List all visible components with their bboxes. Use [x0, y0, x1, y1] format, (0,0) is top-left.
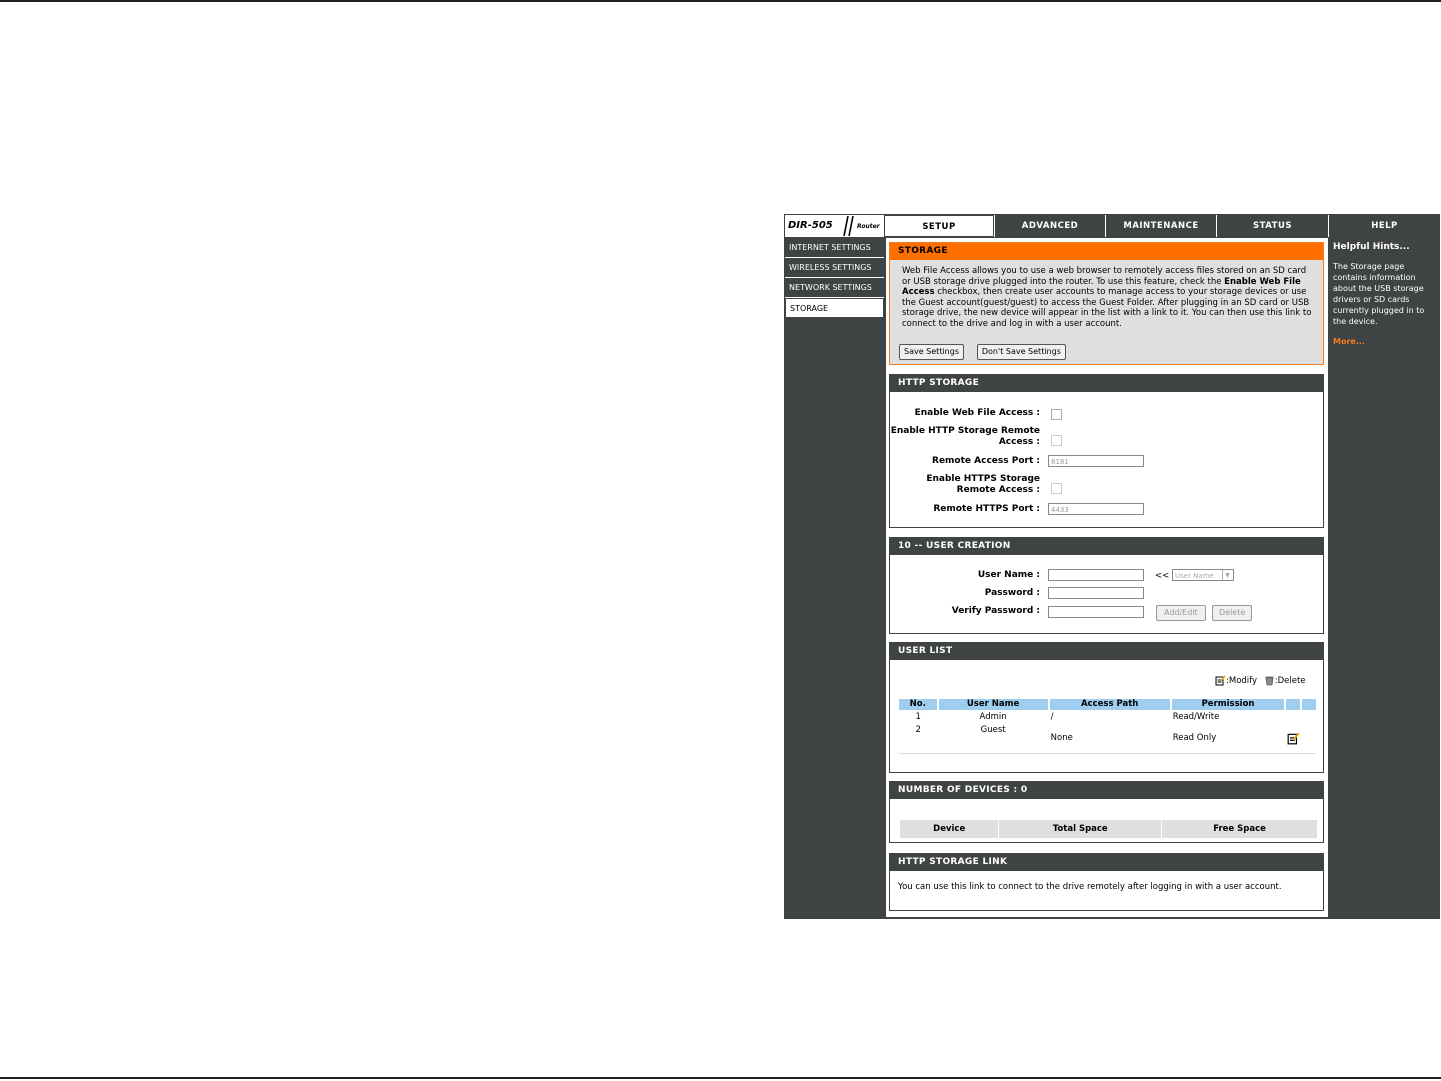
row-access-path: /	[1050, 711, 1054, 722]
enable-web-file-access-label: Enable Web File Access :	[914, 408, 1040, 418]
http-storage-section: HTTP STORAGE Enable Web File Access : En…	[889, 374, 1324, 528]
storage-section: STORAGE Web File Access allows you to us…	[889, 242, 1324, 365]
devices-header-row: Device Total Space Free Space	[898, 819, 1318, 839]
remote-access-port-label: Remote Access Port :	[932, 456, 1040, 466]
modify-icon[interactable]	[1287, 732, 1300, 745]
remote-access-port-input[interactable]: 8181	[1048, 455, 1144, 467]
col-delete	[1301, 699, 1316, 710]
storage-description: Web File Access allows you to use a web …	[902, 266, 1313, 329]
verify-password-label: Verify Password :	[951, 606, 1040, 616]
row-user-name: Admin	[979, 711, 1007, 722]
verify-password-input[interactable]	[1048, 606, 1144, 618]
user-list-legend: :Modify :Delete	[1215, 675, 1306, 686]
storage-desc-part-2: checkbox, then create user accounts to m…	[902, 287, 1312, 329]
modify-legend-label: :Modify	[1226, 676, 1258, 686]
enable-https-remote-label: Enable HTTPS Storage Remote Access :	[926, 474, 1040, 495]
storage-title: STORAGE	[890, 243, 1323, 260]
dont-save-settings-button[interactable]: Don't Save Settings	[976, 344, 1066, 360]
row-permission: Read/Write	[1172, 711, 1220, 722]
username-select-value: User Name	[1175, 572, 1214, 580]
username-select[interactable]: User Name ▼	[1172, 569, 1234, 581]
tab-maintenance[interactable]: MAINTENANCE	[1105, 215, 1216, 237]
chevron-down-icon: ▼	[1222, 570, 1232, 580]
modify-icon	[1215, 675, 1226, 686]
row-access-path: None	[1048, 723, 1171, 754]
delete-user-button[interactable]: Delete	[1212, 605, 1253, 621]
remote-https-port-input[interactable]: 4433	[1048, 503, 1144, 515]
storage-link-text: You can use this link to connect to the …	[898, 882, 1282, 892]
col-free-space: Free Space	[1161, 819, 1318, 839]
top-tabs: SETUP ADVANCED MAINTENANCE STATUS HELP	[884, 215, 1440, 237]
remote-https-port-label: Remote HTTPS Port :	[933, 504, 1040, 514]
col-modify	[1285, 699, 1303, 710]
tab-advanced[interactable]: ADVANCED	[994, 215, 1105, 237]
trash-icon	[1265, 676, 1274, 686]
devices-section: NUMBER OF DEVICES : 0 Device Total Space…	[889, 781, 1324, 843]
table-row: 2 Guest None Read Only	[899, 723, 1316, 754]
username-copy-arrow: <<	[1155, 571, 1170, 581]
delete-legend-label: :Delete	[1274, 676, 1306, 686]
row-no: 1	[915, 711, 921, 722]
tab-setup[interactable]: SETUP	[884, 215, 994, 237]
http-storage-title: HTTP STORAGE	[890, 375, 1323, 392]
sidebar-item-internet-settings[interactable]: INTERNET SETTINGS	[785, 238, 884, 258]
user-list-table: No. User Name Access Path Permission 1 A…	[899, 699, 1316, 754]
product-logo: DIR-505 Router	[785, 215, 884, 237]
sidebar-item-storage[interactable]: STORAGE	[785, 298, 884, 318]
tab-help[interactable]: HELP	[1328, 215, 1440, 237]
row-user-name: Guest	[937, 723, 1049, 754]
col-access-path: Access Path	[1048, 699, 1172, 710]
user-list-section: USER LIST :Modify :Delete No. User Name …	[889, 642, 1324, 773]
username-label: User Name :	[977, 570, 1040, 580]
user-list-title: USER LIST	[890, 643, 1323, 660]
col-device: Device	[898, 819, 1000, 839]
save-settings-button[interactable]: Save Settings	[899, 344, 964, 360]
model-name: DIR-505	[788, 220, 833, 231]
col-no: No.	[899, 699, 939, 710]
helpful-hints-title: Helpful Hints...	[1333, 242, 1410, 252]
col-permission: Permission	[1170, 699, 1287, 710]
sidebar-item-network-settings[interactable]: NETWORK SETTINGS	[785, 278, 884, 298]
storage-link-title: HTTP STORAGE LINK	[890, 854, 1323, 871]
helpful-hints: Helpful Hints... The Storage page contai…	[1330, 238, 1440, 346]
storage-link-section: HTTP STORAGE LINK You can use this link …	[889, 853, 1324, 911]
devices-table: Device Total Space Free Space	[898, 819, 1318, 839]
col-user-name: User Name	[937, 699, 1050, 710]
table-row: 1 Admin / Read/Write	[899, 710, 1316, 723]
enable-https-remote-checkbox[interactable]	[1051, 483, 1062, 494]
sidebar-item-wireless-settings[interactable]: WIRELESS SETTINGS	[785, 258, 884, 278]
enable-http-remote-label: Enable HTTP Storage Remote Access :	[890, 426, 1040, 447]
password-label: Password :	[984, 588, 1040, 598]
slashes-decoration	[843, 215, 854, 237]
row-no: 2	[899, 723, 938, 754]
page-bottom-rule	[0, 1077, 1441, 1079]
username-input[interactable]	[1048, 569, 1144, 581]
sidebar: INTERNET SETTINGS WIRELESS SETTINGS NETW…	[785, 238, 884, 318]
router-admin-screenshot: DIR-505 Router SETUP ADVANCED MAINTENANC…	[784, 214, 1440, 918]
storage-buttons: Save Settings Don't Save Settings	[899, 344, 1076, 360]
product-type: Router	[857, 223, 880, 230]
password-input[interactable]	[1048, 587, 1144, 599]
user-creation-title: 10 -- USER CREATION	[890, 538, 1323, 555]
screenshot-bottom-rule	[784, 917, 1440, 919]
more-link[interactable]: More...	[1333, 337, 1440, 346]
helpful-hints-body: The Storage page contains information ab…	[1333, 262, 1425, 326]
main-content: STORAGE Web File Access allows you to us…	[886, 238, 1328, 918]
add-edit-button[interactable]: Add/Edit	[1156, 605, 1206, 621]
enable-web-file-access-checkbox[interactable]	[1051, 409, 1062, 420]
row-permission: Read Only	[1170, 723, 1286, 754]
user-list-header-row: No. User Name Access Path Permission	[899, 699, 1316, 710]
col-total-space: Total Space	[998, 819, 1163, 839]
tab-status[interactable]: STATUS	[1216, 215, 1328, 237]
devices-title: NUMBER OF DEVICES : 0	[890, 782, 1323, 799]
user-creation-section: 10 -- USER CREATION User Name : << User …	[889, 537, 1324, 634]
enable-http-remote-checkbox[interactable]	[1051, 435, 1062, 446]
page-top-rule	[0, 0, 1441, 2]
